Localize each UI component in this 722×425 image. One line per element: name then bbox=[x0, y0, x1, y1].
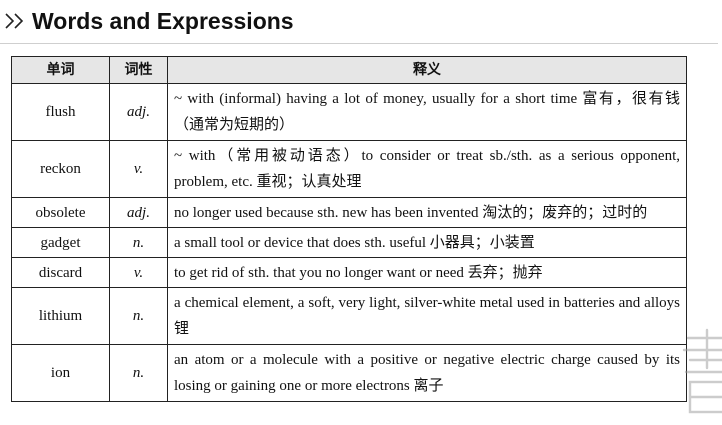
definition-cell: ~ with（常用被动语态）to consider or treat sb./s… bbox=[167, 140, 687, 198]
word-cell: reckon bbox=[11, 140, 110, 198]
part-of-speech-cell: adj. bbox=[109, 83, 168, 141]
section-heading: Words and Expressions bbox=[4, 4, 294, 38]
header-definition: 释义 bbox=[167, 56, 687, 84]
word-cell: flush bbox=[11, 83, 110, 141]
part-of-speech-cell: v. bbox=[109, 140, 168, 198]
section-title: Words and Expressions bbox=[32, 7, 294, 34]
definition-cell: ~ with (informal) having a lot of money,… bbox=[167, 83, 687, 141]
vocabulary-table: 单词 词性 释义 flush adj. ~ with (informal) ha… bbox=[11, 56, 687, 402]
word-cell: obsolete bbox=[11, 197, 110, 228]
table-row: flush adj. ~ with (informal) having a lo… bbox=[11, 83, 687, 141]
heading-divider bbox=[0, 43, 718, 44]
table-header-row: 单词 词性 释义 bbox=[11, 56, 687, 84]
part-of-speech-cell: n. bbox=[109, 344, 168, 402]
definition-cell: a small tool or device that does sth. us… bbox=[167, 227, 687, 258]
word-cell: lithium bbox=[11, 287, 110, 345]
table-row: ion n. an atom or a molecule with a posi… bbox=[11, 344, 687, 402]
table-row: reckon v. ~ with（常用被动语态）to consider or t… bbox=[11, 140, 687, 198]
header-word: 单词 bbox=[11, 56, 110, 84]
definition-cell: no longer used because sth. new has been… bbox=[167, 197, 687, 228]
watermark-glyph bbox=[678, 328, 722, 420]
part-of-speech-cell: n. bbox=[109, 287, 168, 345]
definition-cell: to get rid of sth. that you no longer wa… bbox=[167, 257, 687, 288]
table-row: lithium n. a chemical element, a soft, v… bbox=[11, 287, 687, 345]
table-row: discard v. to get rid of sth. that you n… bbox=[11, 257, 687, 288]
part-of-speech-cell: adj. bbox=[109, 197, 168, 228]
part-of-speech-cell: n. bbox=[109, 227, 168, 258]
word-cell: ion bbox=[11, 344, 110, 402]
table-row: gadget n. a small tool or device that do… bbox=[11, 227, 687, 258]
definition-cell: a chemical element, a soft, very light, … bbox=[167, 287, 687, 345]
definition-cell: an atom or a molecule with a positive or… bbox=[167, 344, 687, 402]
word-cell: gadget bbox=[11, 227, 110, 258]
header-part-of-speech: 词性 bbox=[109, 56, 168, 84]
double-chevron-right-icon bbox=[4, 12, 26, 30]
word-cell: discard bbox=[11, 257, 110, 288]
table-row: obsolete adj. no longer used because sth… bbox=[11, 197, 687, 228]
part-of-speech-cell: v. bbox=[109, 257, 168, 288]
